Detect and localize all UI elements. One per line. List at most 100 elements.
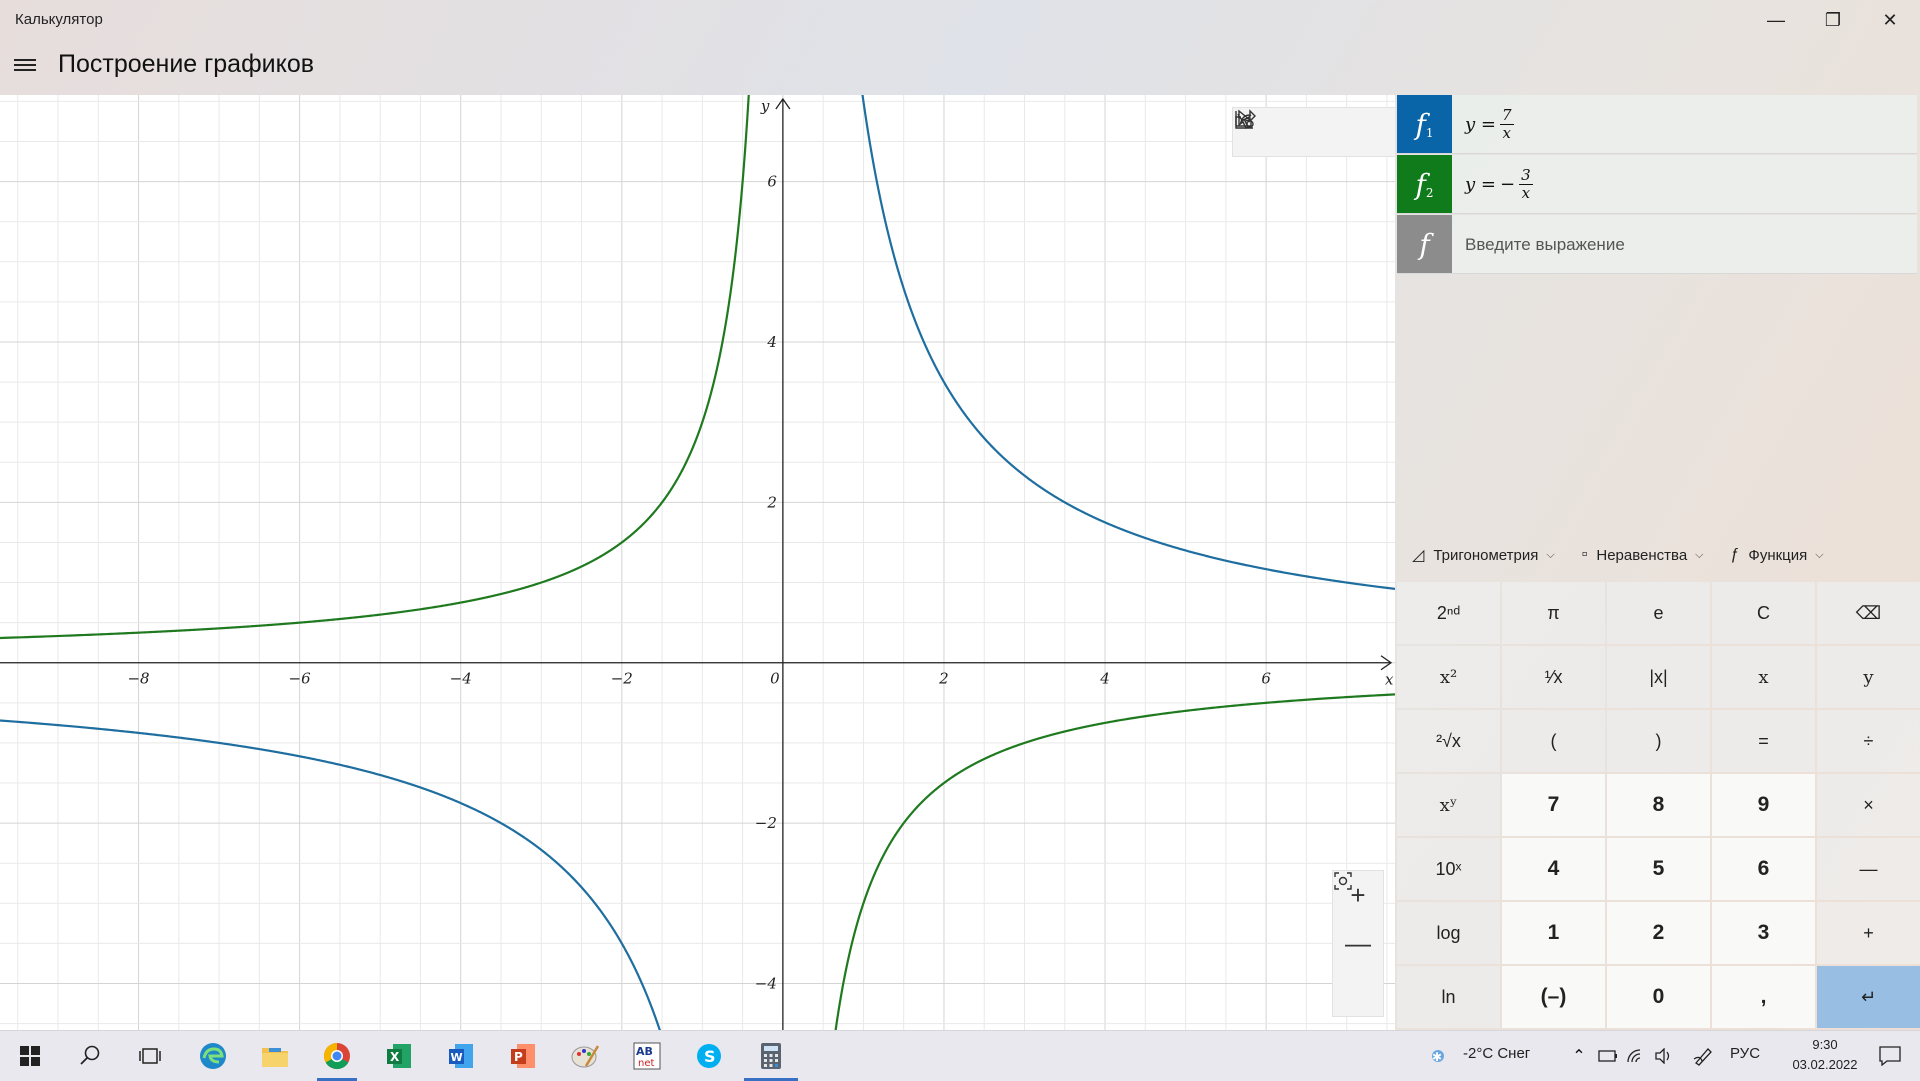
pen-icon[interactable] [1690,1031,1716,1081]
y-tick-label: −4 [755,974,777,992]
axes: x y [0,97,1394,1030]
negate-button[interactable]: (–) [1502,966,1605,1028]
taskbar-edge[interactable] [185,1031,241,1081]
graph-toolbar [1232,107,1395,157]
ten-power-button[interactable]: 10ˣ [1397,838,1500,900]
digit-5-button[interactable]: 5 [1607,838,1710,900]
taskbar-abbyy[interactable]: AB net [619,1031,675,1081]
equals-button[interactable]: = [1712,710,1815,772]
plus-button[interactable]: + [1817,902,1920,964]
paint-icon [571,1045,600,1068]
volume-icon[interactable] [1652,1031,1676,1081]
taskbar-calculator[interactable] [743,1031,799,1081]
function-row-new[interactable]: f Введите выражение [1397,215,1917,274]
close-icon: ✕ [1882,9,1898,30]
digit-6-button[interactable]: 6 [1712,838,1815,900]
second-button[interactable]: 2ⁿᵈ [1397,582,1500,644]
taskbar-skype[interactable]: S [681,1031,737,1081]
square-button[interactable]: x² [1397,646,1500,708]
chevron-down-icon: ⌵ [1546,548,1555,561]
minimize-button[interactable]: — [1748,0,1804,40]
taskbar-file-explorer[interactable] [247,1031,303,1081]
digit-2-button[interactable]: 2 [1607,902,1710,964]
abs-button[interactable]: |x| [1607,646,1710,708]
taskbar-paint[interactable] [557,1031,613,1081]
enter-button[interactable]: ↵ [1817,966,1920,1028]
function-row-1[interactable]: f1 y = 7x [1397,95,1917,154]
keypad-categories: ◿ Тригонометрия ⌵ ▫ Неравенства ⌵ ƒ Функция ⌵ [1397,530,1917,580]
x-tick-label: 2 [938,670,949,688]
grid [0,95,1395,1030]
digit-7-button[interactable]: 7 [1502,774,1605,836]
open-paren-button[interactable]: ( [1502,710,1605,772]
function-2-color-badge[interactable]: f2 [1397,155,1452,213]
graph-canvas[interactable]: x y −8 −6 −4 −2 0 2 4 6 6 4 2 −2 −4 + — [0,95,1395,1030]
taskbar-excel[interactable]: X [371,1031,427,1081]
root-button[interactable]: ²√x [1397,710,1500,772]
y-tick-label: 4 [766,333,777,351]
trigonometry-dropdown[interactable]: ◿ Тригонометрия ⌵ [1412,545,1555,565]
taskbar: X W P AB net S ✱ -2°C Снег ⌃ РУС 9:30 03.… [0,1030,1920,1081]
minimize-icon: — [1767,9,1785,30]
x-variable-button[interactable]: x [1712,646,1815,708]
language-indicator[interactable]: РУС [1730,1045,1760,1062]
network-icon[interactable] [1624,1031,1648,1081]
backspace-button[interactable]: ⌫ [1817,582,1920,644]
function-input-placeholder[interactable]: Введите выражение [1465,235,1625,255]
multiply-button[interactable]: × [1817,774,1920,836]
app-title: Калькулятор [15,11,103,28]
maximize-icon: ❐ [1824,9,1842,30]
x-tick-label: 6 [1261,670,1271,688]
task-view-button[interactable] [122,1031,178,1081]
digit-9-button[interactable]: 9 [1712,774,1815,836]
taskbar-chrome[interactable] [309,1031,365,1081]
minus-button[interactable]: — [1817,838,1920,900]
e-button[interactable]: e [1607,582,1710,644]
close-paren-button[interactable]: ) [1607,710,1710,772]
function-dropdown[interactable]: ƒ Функция ⌵ [1731,546,1824,564]
clock[interactable]: 9:30 03.02.2022 [1775,1035,1875,1075]
show-hidden-icons-icon[interactable]: ⌃ [1567,1031,1591,1081]
function-2-expression[interactable]: y = − 3x [1465,161,1533,207]
ln-button[interactable]: ln [1397,966,1500,1028]
search-button[interactable] [62,1031,118,1081]
decimal-button[interactable]: , [1712,966,1815,1028]
y-variable-button[interactable]: y [1817,646,1920,708]
divide-button[interactable]: ÷ [1817,710,1920,772]
taskbar-powerpoint[interactable]: P [495,1031,551,1081]
digit-4-button[interactable]: 4 [1502,838,1605,900]
notification-icon [1879,1046,1901,1066]
start-button[interactable] [2,1031,58,1081]
function-1-expression[interactable]: y = 7x [1465,101,1514,147]
pi-button[interactable]: π [1502,582,1605,644]
digit-0-button[interactable]: 0 [1607,966,1710,1028]
hamburger-menu-icon[interactable] [14,56,36,74]
zoom-panel: + — [1332,870,1384,1017]
notifications-button[interactable] [1868,1031,1912,1081]
reciprocal-button[interactable]: ¹⁄x [1502,646,1605,708]
graph-options-button[interactable] [1235,110,1391,154]
weather-text[interactable]: -2°C Снег [1463,1045,1530,1062]
x-tick-label: −2 [611,670,633,688]
keypad: 2ⁿᵈ π e C ⌫ x² ¹⁄x |x| x y ²√x() = ÷ xʸ 7 8 9 × 10ˣ 4 5 6— log… [1397,582,1920,1030]
maximize-button[interactable]: ❐ [1805,0,1861,40]
zoom-out-button[interactable]: — [1338,923,1378,963]
close-button[interactable]: ✕ [1862,0,1918,40]
power-button[interactable]: xʸ [1397,774,1500,836]
taskbar-word[interactable]: W [433,1031,489,1081]
function-row-2[interactable]: f2 y = − 3x [1397,155,1917,214]
digit-3-button[interactable]: 3 [1712,902,1815,964]
battery-icon[interactable] [1596,1031,1620,1081]
graph-svg[interactable]: x y −8 −6 −4 −2 0 2 4 6 6 4 2 −2 −4 [0,95,1395,1030]
inequalities-dropdown[interactable]: ▫ Неравенства ⌵ [1582,546,1704,564]
clear-button[interactable]: C [1712,582,1815,644]
digit-1-button[interactable]: 1 [1502,902,1605,964]
share-button[interactable] [1235,109,1336,154]
x-tick-label: −6 [289,670,312,688]
function-1-color-badge[interactable]: f1 [1397,95,1452,153]
digit-8-button[interactable]: 8 [1607,774,1710,836]
reset-view-button[interactable] [1334,872,1378,1012]
weather-icon[interactable]: ✱ [1420,1031,1456,1081]
title-bar: Калькулятор — ❐ ✕ [0,0,1920,40]
log-button[interactable]: log [1397,902,1500,964]
